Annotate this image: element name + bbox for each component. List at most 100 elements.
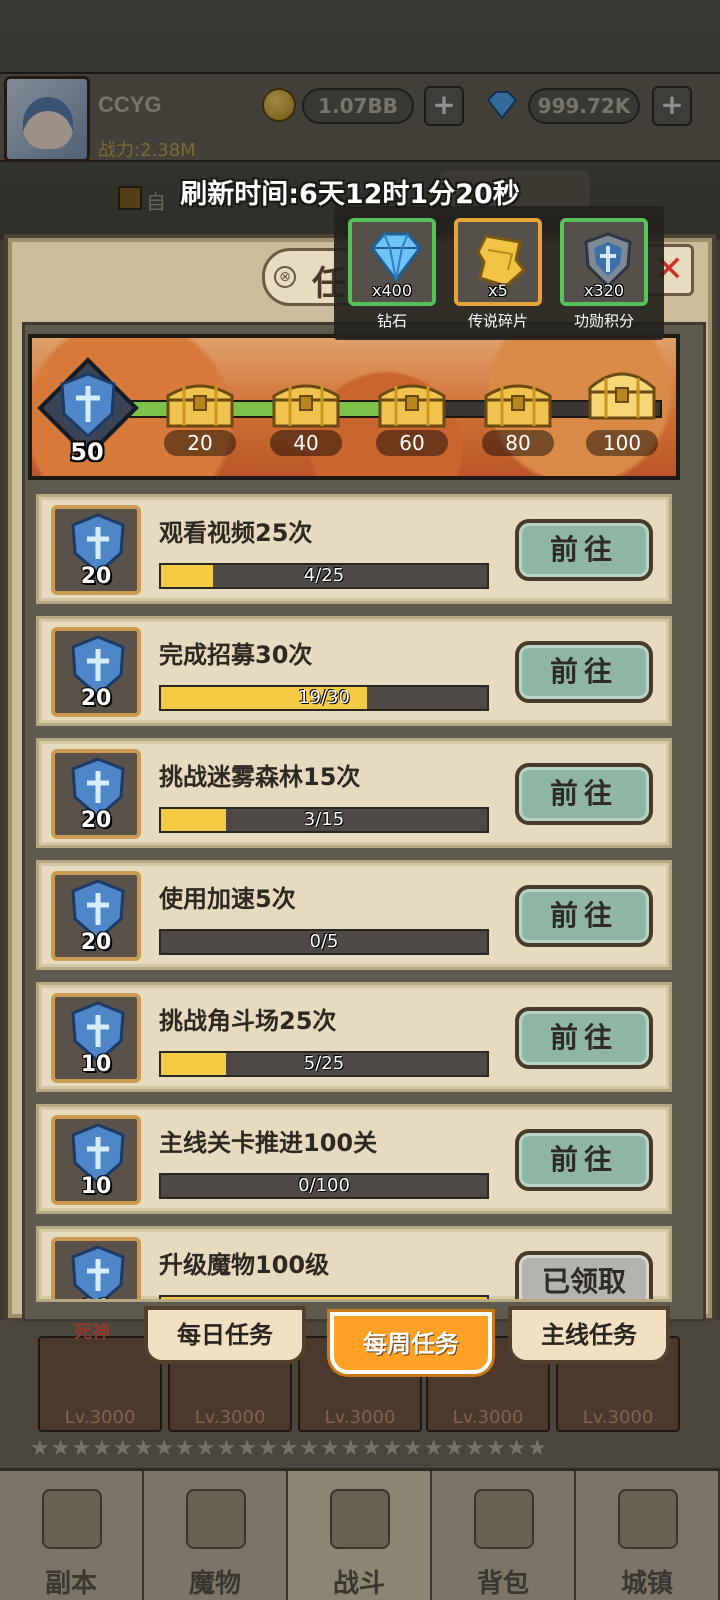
task-progress-bar: 4/25 (159, 563, 489, 589)
task-row: 20 完成招募30次 19/30 前往 (36, 616, 672, 726)
reward-name: 钻石 (376, 312, 407, 330)
task-progress-text: 19/30 (298, 687, 350, 708)
task-progress-bar: 100/100 (159, 1295, 489, 1299)
task-points: 20 (80, 564, 112, 589)
go-button[interactable]: 前往 (515, 1007, 653, 1069)
tab-daily-missions[interactable]: 每日任务 (144, 1306, 306, 1364)
merit-shield-icon: 20 (51, 505, 141, 595)
task-progress-text: 0/100 (298, 1175, 350, 1196)
monster-icon (186, 1489, 246, 1549)
chest-threshold-label: 40 (270, 430, 342, 456)
bottom-navigation: 副本 魔物 战斗 背包 城镇 (0, 1468, 720, 1600)
task-title: 使用加速5次 (159, 885, 296, 913)
task-title: 挑战角斗场25次 (159, 1007, 337, 1035)
task-title: 挑战迷雾森林15次 (159, 763, 361, 791)
power-label: 战力:2.38M (98, 140, 196, 161)
nav-label: 魔物 (188, 1569, 241, 1599)
task-points: 20 (80, 808, 112, 833)
treasure-chest-icon[interactable] (584, 360, 660, 424)
go-button[interactable]: 前往 (515, 885, 653, 947)
reward-name: 传说碎片 (467, 312, 528, 330)
go-button[interactable]: 前往 (515, 763, 653, 825)
nav-item-map[interactable]: 副本 (0, 1471, 144, 1600)
task-progress-text: 5/25 (303, 1053, 345, 1074)
reward-qty: x320 (583, 281, 624, 300)
merit-shield-icon: 20 (51, 749, 141, 839)
task-progress-bar: 3/15 (159, 807, 489, 833)
hero-card[interactable]: Lv.3000 (38, 1336, 162, 1432)
task-points: 10 (80, 1052, 112, 1077)
gold-amount: 1.07BB (302, 88, 414, 124)
task-title: 升级魔物100级 (159, 1251, 330, 1279)
task-row: 20 挑战迷雾森林15次 3/15 前往 (36, 738, 672, 848)
task-progress-text: 3/15 (303, 809, 345, 830)
tab-weekly-missions[interactable]: 每周任务 (330, 1312, 492, 1374)
task-title: 观看视频25次 (159, 519, 313, 547)
task-row: 10 主线关卡推进100关 0/100 前往 (36, 1104, 672, 1214)
tab-main-missions[interactable]: 主线任务 (508, 1306, 670, 1364)
task-progress-text: 100/100 (161, 1297, 487, 1299)
task-row: 10 升级魔物100级 100/100 已领取 (36, 1226, 672, 1302)
current-points: 50 (70, 438, 104, 466)
nav-item-monster[interactable]: 魔物 (144, 1471, 288, 1600)
go-button[interactable]: 前往 (515, 641, 653, 703)
reward-merit-points: x320 (560, 218, 648, 306)
map-icon (42, 1489, 102, 1549)
diamond-amount: 999.72K (528, 88, 640, 124)
task-progress-bar: 0/5 (159, 929, 489, 955)
claimed-button[interactable]: 已领取 (515, 1251, 653, 1299)
nav-label: 城镇 (620, 1569, 673, 1599)
town-icon (618, 1489, 678, 1549)
diamond-icon (370, 232, 422, 283)
treasure-chest-icon[interactable] (374, 368, 450, 432)
task-row: 20 观看视频25次 4/25 前往 (36, 494, 672, 604)
reward-name: 功勋积分 (573, 312, 634, 330)
merit-shield-icon: 20 (51, 627, 141, 717)
avatar[interactable] (4, 76, 90, 162)
milestone-banner: 50 20 40 60 80 100 (28, 334, 680, 480)
go-button[interactable]: 前往 (515, 1129, 653, 1191)
hero-level: Lv.3000 (582, 1407, 654, 1428)
reward-diamond: x400 (348, 218, 436, 306)
hero-level: Lv.3000 (64, 1407, 136, 1428)
nav-label: 背包 (476, 1569, 529, 1599)
hero-name: 死神 (74, 1322, 110, 1343)
chest-threshold-label: 100 (586, 430, 658, 456)
add-diamond-button[interactable]: + (652, 86, 692, 126)
treasure-chest-icon[interactable] (480, 368, 556, 432)
task-points: 20 (80, 686, 112, 711)
nav-label: 副本 (44, 1569, 97, 1599)
backpack-icon (474, 1489, 534, 1549)
nav-item-swords[interactable]: 战斗 (288, 1471, 432, 1600)
task-progress-bar: 19/30 (159, 685, 489, 711)
nav-item-backpack[interactable]: 背包 (432, 1471, 576, 1600)
refresh-timer: 刷新时间:6天12时1分20秒 (180, 179, 520, 210)
nav-item-town[interactable]: 城镇 (576, 1471, 720, 1600)
task-progress-bar: 5/25 (159, 1051, 489, 1077)
swords-icon (330, 1489, 390, 1549)
task-progress-bar: 0/100 (159, 1173, 489, 1199)
add-gold-button[interactable]: + (424, 86, 464, 126)
merit-shield-icon: 20 (51, 871, 141, 961)
go-button[interactable]: 前往 (515, 519, 653, 581)
task-progress-text: 4/25 (303, 565, 345, 586)
task-row: 10 挑战角斗场25次 5/25 前往 (36, 982, 672, 1092)
hero-level: Lv.3000 (324, 1407, 396, 1428)
merit-shield-icon: 10 (51, 993, 141, 1083)
diamond-icon (486, 91, 518, 120)
treasure-chest-icon[interactable] (162, 368, 238, 432)
task-title: 主线关卡推进100关 (159, 1129, 378, 1157)
info-circle-icon[interactable]: ⊗ (274, 266, 296, 288)
task-points: 10 (80, 1174, 112, 1199)
treasure-chest-icon[interactable] (268, 368, 344, 432)
merit-shield-icon: 10 (51, 1115, 141, 1205)
chest-threshold-label: 80 (482, 430, 554, 456)
task-row: 20 使用加速5次 0/5 前往 (36, 860, 672, 970)
reward-qty: x400 (371, 281, 412, 300)
chest-threshold-label: 60 (376, 430, 448, 456)
task-progress-text: 0/5 (309, 931, 339, 952)
merit-shield-icon: 10 (51, 1237, 141, 1299)
hero-level: Lv.3000 (452, 1407, 524, 1428)
task-title: 完成招募30次 (159, 641, 313, 669)
gold-coin-icon (262, 88, 296, 122)
